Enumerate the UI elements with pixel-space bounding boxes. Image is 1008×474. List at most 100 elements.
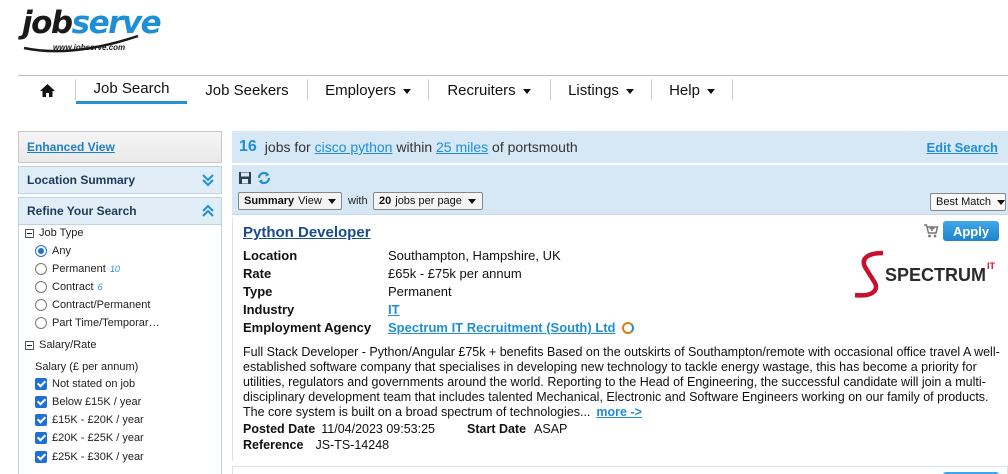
jobserve-logo[interactable]: jobserve www.jobserve.com <box>22 8 162 58</box>
spectrum-logo-sup: IT <box>987 261 996 271</box>
location-summary-header[interactable]: Location Summary <box>18 166 222 194</box>
nav-home[interactable] <box>32 76 62 104</box>
chevron-double-down-icon[interactable] <box>202 173 214 187</box>
location-summary-label: Location Summary <box>27 173 136 187</box>
job-reference: Reference JS-TS-14248 <box>243 438 389 452</box>
salary-option[interactable]: Below £15K / year <box>35 396 141 408</box>
with-label: with <box>348 195 368 207</box>
view-select[interactable]: Summary View <box>238 192 342 210</box>
nav-label: Job Seekers <box>205 81 289 99</box>
job-type-group[interactable]: Job Type <box>25 227 83 239</box>
nav-help[interactable]: Help <box>652 76 732 104</box>
collapse-icon[interactable] <box>25 340 34 350</box>
option-label: Part Time/Temporar… <box>52 317 160 329</box>
nav-listings[interactable]: Listings <box>551 76 651 104</box>
checkbox[interactable] <box>35 451 47 463</box>
nav-label: Listings <box>568 81 619 99</box>
radio-button[interactable] <box>35 245 47 257</box>
select-value: jobs per page <box>395 195 462 207</box>
chevron-down-icon <box>402 88 411 94</box>
job-description: Full Stack Developer - Python/Angular £7… <box>243 345 1003 420</box>
nav-label: Job Search <box>93 80 170 97</box>
option-count: 6 <box>97 282 103 292</box>
job-card: Python Developer Apply Location Southamp… <box>232 217 1008 461</box>
edit-search-link[interactable]: Edit Search <box>926 140 998 155</box>
option-label: Contract/Permanent <box>52 299 151 311</box>
job-type: Permanent <box>388 284 452 299</box>
more-link[interactable]: more -> <box>596 405 642 419</box>
posted-value: 11/04/2023 09:53:25 <box>321 422 436 436</box>
nav-job-search[interactable]: Job Search <box>76 76 187 104</box>
spectrum-logo[interactable]: SPECTRUM IT <box>853 247 1001 301</box>
sort-select[interactable]: Best Match <box>930 193 1006 211</box>
enhanced-view-link[interactable]: Enhanced View <box>27 140 115 154</box>
nav-job-seekers[interactable]: Job Seekers <box>188 76 306 104</box>
radio-button[interactable] <box>35 281 47 293</box>
job-industry: IT <box>388 302 400 317</box>
agency-link[interactable]: Spectrum IT Recruitment (South) Ltd <box>388 320 616 335</box>
job-title-link[interactable]: Python Developer <box>243 224 371 241</box>
salary-option[interactable]: Not stated on job <box>35 378 135 390</box>
chevron-down-icon <box>625 88 634 94</box>
job-agency: Spectrum IT Recruitment (South) Ltd <box>388 320 634 335</box>
salary-option[interactable]: £20K - £25K / year <box>35 432 144 444</box>
checkbox[interactable] <box>35 414 47 426</box>
apply-button[interactable]: Apply <box>943 221 999 241</box>
query-link[interactable]: cisco python <box>315 139 393 155</box>
salary-option[interactable]: £15K - £20K / year <box>35 414 144 426</box>
results-text: within <box>396 139 433 155</box>
ref-label: Reference <box>243 438 304 452</box>
salary-group[interactable]: Salary/Rate <box>25 339 96 351</box>
option-count: 10 <box>109 264 120 274</box>
chevron-double-up-icon[interactable] <box>202 204 214 218</box>
collapse-icon[interactable] <box>25 228 34 238</box>
ref-value: JS-TS-14248 <box>315 438 390 452</box>
nav-divider <box>732 79 733 100</box>
job-type-option-part-time[interactable]: Part Time/Temporar… <box>35 317 160 329</box>
start-value: ASAP <box>534 422 568 436</box>
industry-link[interactable]: IT <box>388 302 400 317</box>
per-page-select[interactable]: 20 jobs per page <box>373 192 483 210</box>
select-value: 20 <box>379 195 392 207</box>
radio-button[interactable] <box>35 263 47 275</box>
salary-sublabel: Salary (£ per annum) <box>35 361 139 373</box>
checkbox[interactable] <box>35 432 47 444</box>
radio-button[interactable] <box>35 317 47 329</box>
option-label: Not stated on job <box>52 378 136 390</box>
shortlist-cart-icon[interactable] <box>923 223 939 239</box>
option-label: Below £15K / year <box>52 396 142 408</box>
main-nav: Job Search Job Seekers Employers Recruit… <box>18 75 1008 104</box>
checkbox[interactable] <box>35 396 47 408</box>
job-rate: £65k - £75k per annum <box>388 266 522 281</box>
save-icon[interactable] <box>238 171 252 185</box>
spectrum-logo-text: SPECTRUM <box>885 265 986 285</box>
option-label: £20K - £25K / year <box>52 432 144 444</box>
posted-label: Posted Date <box>243 422 316 436</box>
meta-key: Industry <box>243 302 295 317</box>
chevron-down-icon <box>997 199 1006 205</box>
option-label: Permanent <box>52 263 106 275</box>
refresh-icon[interactable] <box>257 171 271 185</box>
refine-search-label: Refine Your Search <box>27 204 137 218</box>
job-type-label: Job Type <box>39 227 84 239</box>
radius-link[interactable]: 25 miles <box>436 139 488 155</box>
meta-key: Location <box>243 248 298 263</box>
sidebar: Enhanced View Location Summary Refine Yo… <box>18 131 222 474</box>
job-type-option-any[interactable]: Any <box>35 245 71 257</box>
salary-option[interactable]: £25K - £30K / year <box>35 451 144 463</box>
select-value: View <box>298 195 322 207</box>
refine-search-header[interactable]: Refine Your Search <box>18 197 222 225</box>
radio-button[interactable] <box>35 299 47 311</box>
agency-profile-icon[interactable] <box>621 322 634 334</box>
nav-recruiters[interactable]: Recruiters <box>429 76 549 104</box>
select-value: Best Match <box>936 196 992 208</box>
job-type-option-permanent[interactable]: Permanent 10 <box>35 263 120 275</box>
nav-employers[interactable]: Employers <box>308 76 428 104</box>
job-type-option-contract-permanent[interactable]: Contract/Permanent <box>35 299 150 311</box>
job-type-option-contract[interactable]: Contract 6 <box>35 281 103 293</box>
results-toolbar: Summary View with 20 jobs per page Best … <box>232 165 1008 215</box>
posted-date: Posted Date 11/04/2023 09:53:25 <box>243 422 435 436</box>
checkbox[interactable] <box>35 378 47 390</box>
logo-url: www.jobserve.com <box>53 43 126 52</box>
option-label: Any <box>52 245 71 257</box>
